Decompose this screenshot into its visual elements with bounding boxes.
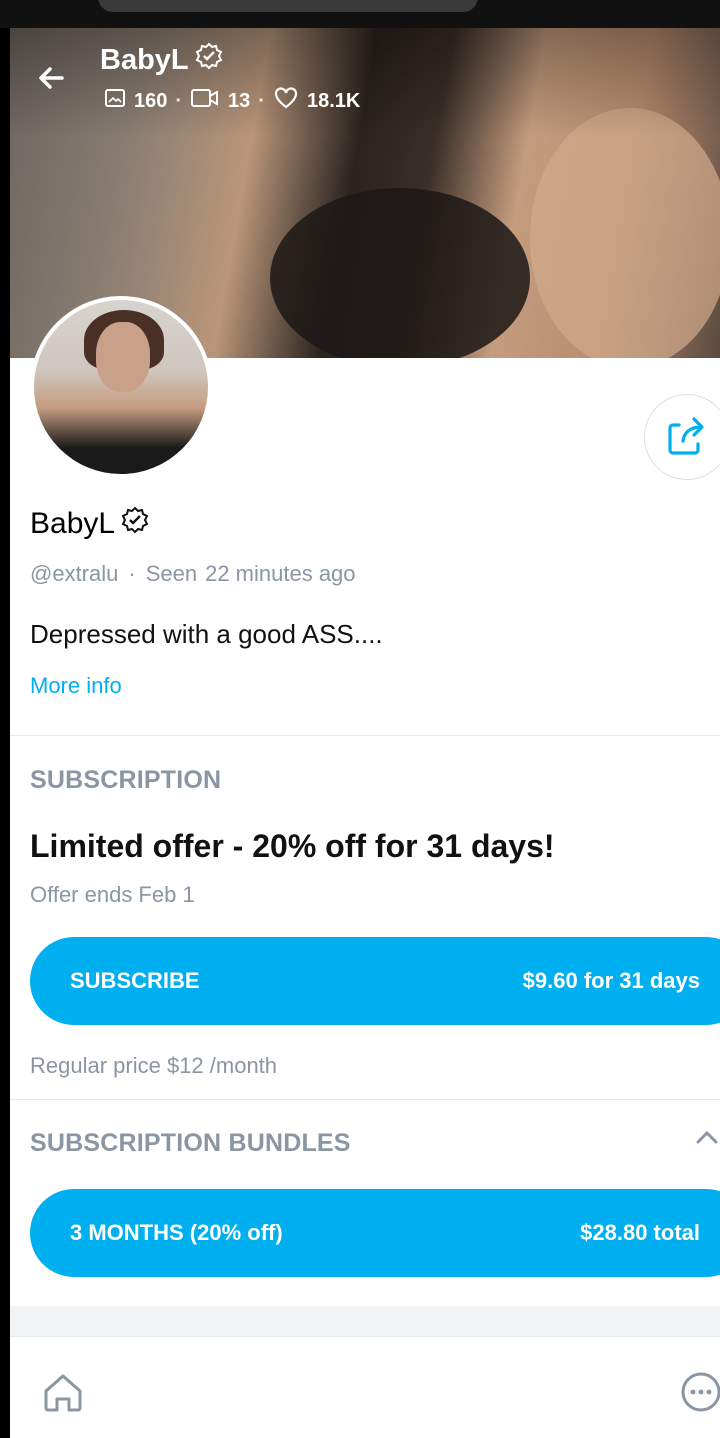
- divider: [10, 1099, 720, 1100]
- more-icon[interactable]: [676, 1367, 720, 1417]
- header-name-text: BabyL: [100, 43, 189, 76]
- image-icon: [104, 87, 126, 115]
- video-icon: [190, 87, 220, 115]
- subscribe-button[interactable]: SUBSCRIBE $9.60 for 31 days: [30, 937, 720, 1025]
- stat-separator: ·: [258, 89, 265, 112]
- avatar-image: [34, 300, 208, 474]
- handle-row: @extralu · Seen 22 minutes ago: [30, 561, 356, 587]
- header-name: BabyL: [100, 42, 223, 78]
- bundle-price: $28.80 total: [580, 1220, 700, 1245]
- video-count: 13: [228, 89, 251, 112]
- heart-icon: [273, 86, 299, 116]
- status-strip: [0, 0, 720, 28]
- regular-price: Regular price $12 /month: [30, 1053, 278, 1078]
- photo-count: 160: [134, 89, 168, 112]
- avatar-face: [96, 322, 150, 392]
- profile-handle: @extralu: [30, 561, 119, 586]
- bundle-label: 3 MONTHS (20% off): [70, 1220, 283, 1245]
- subscribe-button-price: $9.60 for 31 days: [522, 968, 700, 993]
- home-icon[interactable]: [38, 1367, 88, 1417]
- share-icon: [668, 417, 704, 455]
- cover-shape: [270, 188, 530, 358]
- section-gap: [10, 1306, 720, 1336]
- profile-bio: Depressed with a good ASS....: [30, 619, 383, 649]
- likes-count: 18.1K: [306, 89, 361, 112]
- top-pill: [98, 0, 478, 12]
- subscribe-button-label: SUBSCRIBE: [70, 968, 200, 993]
- cover-shape: [530, 108, 720, 358]
- subscription-section-title: SUBSCRIPTION: [30, 766, 222, 794]
- seen-time: 22 minutes ago: [205, 561, 356, 586]
- avatar[interactable]: [30, 296, 212, 478]
- verified-badge-icon: [121, 506, 149, 542]
- seen-label: Seen: [145, 561, 198, 586]
- more-info-link[interactable]: More info: [30, 673, 122, 699]
- offer-title: Limited offer - 20% off for 31 days!: [30, 828, 555, 864]
- share-button[interactable]: [644, 394, 720, 480]
- divider: [10, 735, 720, 736]
- header-stats: 160 · 13 · 18.1K: [104, 86, 360, 116]
- back-arrow-icon[interactable]: [32, 58, 72, 98]
- profile-page: BabyL 160 · 13 · 18.1K BabyL @extralu · …: [10, 28, 720, 1438]
- offer-ends: Offer ends Feb 1: [30, 882, 195, 907]
- profile-name: BabyL: [30, 507, 116, 540]
- chevron-up-icon[interactable]: [694, 1124, 720, 1150]
- bottom-nav: [10, 1336, 720, 1438]
- bundles-section-title: SUBSCRIPTION BUNDLES: [30, 1129, 351, 1157]
- profile-name-row: BabyL: [30, 506, 149, 542]
- verified-badge-icon: [195, 42, 223, 78]
- bundle-button-3-months[interactable]: 3 MONTHS (20% off) $28.80 total: [30, 1189, 720, 1277]
- handle-separator: ·: [128, 561, 136, 586]
- stat-separator: ·: [175, 89, 183, 112]
